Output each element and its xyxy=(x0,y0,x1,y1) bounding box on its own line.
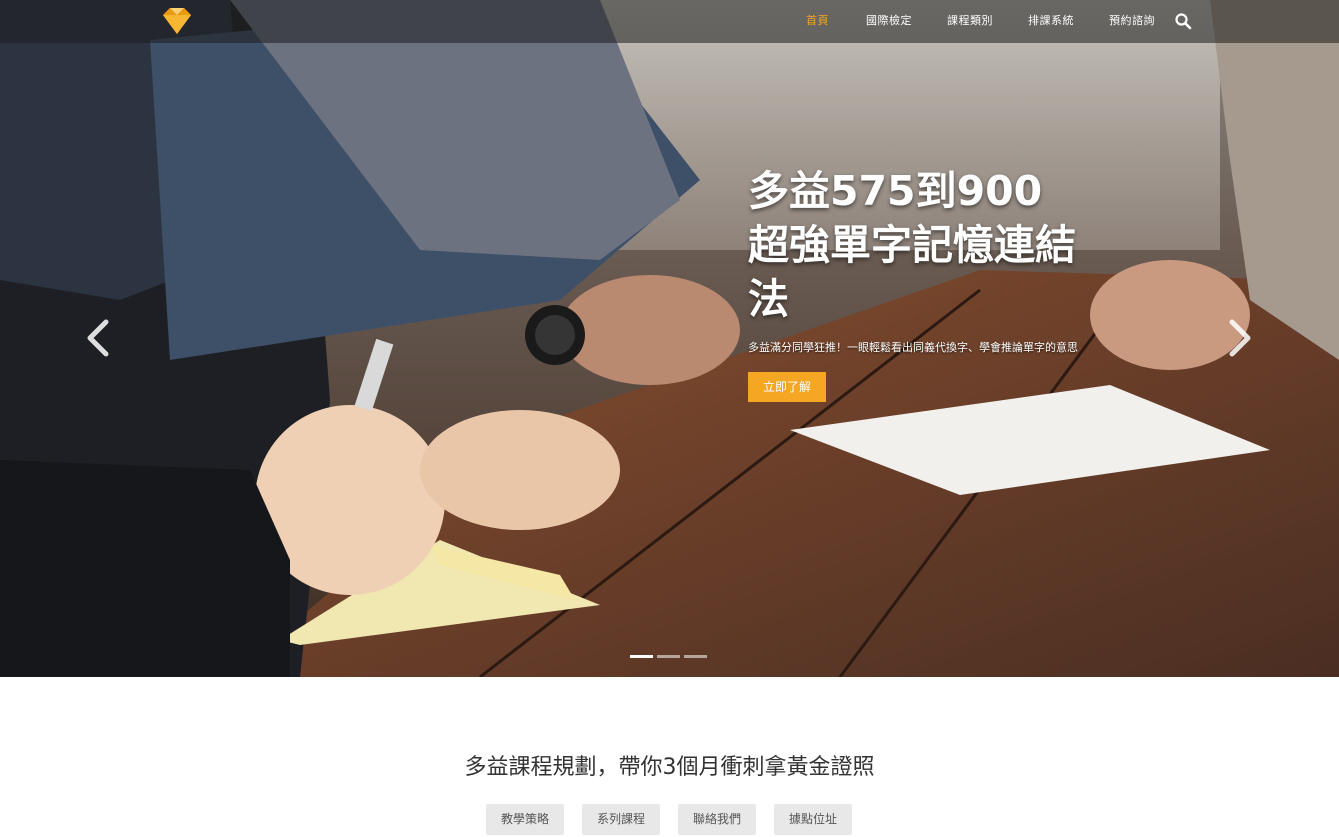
section-heading: 多益課程規劃，帶你3個月衝刺拿黃金證照 xyxy=(464,755,875,780)
search-icon[interactable] xyxy=(1174,12,1192,30)
learn-more-button[interactable]: 立即了解 xyxy=(748,372,827,402)
hero-title-line-3: 法 xyxy=(748,275,789,323)
top-navbar: 首頁 國際檢定 課程類別 排課系統 預約諮詢 xyxy=(0,0,1339,43)
nav-item-scheduling-system[interactable]: 排課系統 xyxy=(1028,12,1074,30)
hero-title: 多益575到900 超強單字記憶連結 法 xyxy=(748,164,1128,326)
carousel-indicator-1[interactable] xyxy=(630,655,653,658)
carousel-indicator-3[interactable] xyxy=(684,655,707,658)
nav-item-book-consultation[interactable]: 預約諮詢 xyxy=(1109,12,1155,30)
hero-title-line-2: 超強單字記憶連結 xyxy=(748,221,1076,269)
tag-locations[interactable]: 據點位址 xyxy=(774,804,852,835)
carousel-indicators xyxy=(630,655,710,661)
nav-item-international-exams[interactable]: 國際檢定 xyxy=(866,12,912,30)
hero-photo xyxy=(0,0,1339,677)
hero-subtitle: 多益滿分同學狂推！一眼輕鬆看出同義代換字、學會推論單字的意思 xyxy=(748,341,1078,354)
diamond-icon[interactable] xyxy=(159,4,195,38)
carousel-indicator-2[interactable] xyxy=(657,655,680,658)
hero-title-line-1: 多益575到900 xyxy=(748,167,1043,215)
chevron-right-icon[interactable] xyxy=(1224,318,1254,358)
nav-item-course-categories[interactable]: 課程類別 xyxy=(947,12,993,30)
tag-teaching-strategy[interactable]: 教學策略 xyxy=(486,804,564,835)
chevron-left-icon[interactable] xyxy=(84,318,114,358)
tag-course-series[interactable]: 系列課程 xyxy=(582,804,660,835)
tag-contact-us[interactable]: 聯絡我們 xyxy=(678,804,756,835)
hero-caption: 多益575到900 超強單字記憶連結 法 多益滿分同學狂推！一眼輕鬆看出同義代換… xyxy=(748,164,1128,402)
hero-carousel: 首頁 國際檢定 課程類別 排課系統 預約諮詢 多益575到900 超強單字記憶連… xyxy=(0,0,1339,677)
nav-item-home[interactable]: 首頁 xyxy=(806,12,829,30)
